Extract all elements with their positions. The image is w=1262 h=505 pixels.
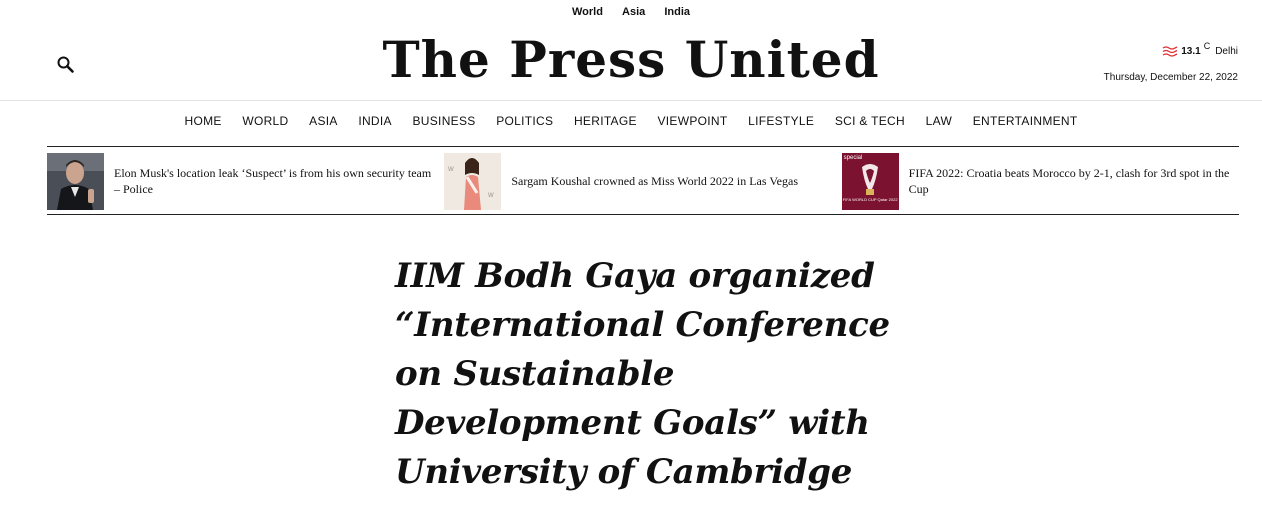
article-headline: IIM Bodh Gaya organized “International C… xyxy=(395,256,890,492)
main-nav: HOME WORLD ASIA INDIA BUSINESS POLITICS … xyxy=(0,114,1262,128)
nav-item-sci-tech[interactable]: SCI & TECH xyxy=(835,114,905,128)
ticker-title[interactable]: Sargam Koushal crowned as Miss World 202… xyxy=(501,173,804,189)
nav-item-asia[interactable]: ASIA xyxy=(309,114,338,128)
ticker-item[interactable]: W W Sargam Koushal crowned as Miss World… xyxy=(444,147,841,214)
weather-unit: C xyxy=(1203,41,1211,51)
site-logo[interactable]: The Press United xyxy=(0,28,1262,92)
ticker-title[interactable]: FIFA 2022: Croatia beats Morocco by 2-1,… xyxy=(899,165,1239,197)
top-link-world[interactable]: World xyxy=(572,6,603,18)
wave-icon xyxy=(1162,46,1178,60)
article-thumbnail[interactable]: W W xyxy=(444,152,502,210)
weather-temperature: 13.1 xyxy=(1181,46,1201,57)
nav-item-business[interactable]: BUSINESS xyxy=(412,114,475,128)
current-date: Thursday, December 22, 2022 xyxy=(1103,72,1238,83)
nav-item-india[interactable]: INDIA xyxy=(358,114,392,128)
article-thumbnail[interactable] xyxy=(47,152,104,210)
header-divider xyxy=(0,100,1262,101)
ticker-title[interactable]: Elon Musk's location leak ‘Suspect’ is f… xyxy=(104,165,444,197)
news-ticker: Elon Musk's location leak ‘Suspect’ is f… xyxy=(47,146,1239,215)
top-links: World Asia India xyxy=(0,6,1262,18)
nav-item-lifestyle[interactable]: LIFESTYLE xyxy=(748,114,814,128)
nav-item-viewpoint[interactable]: VIEWPOINT xyxy=(657,114,727,128)
nav-item-entertainment[interactable]: ENTERTAINMENT xyxy=(973,114,1078,128)
thumb-caption: FIFA WORLD CUP Qatar 2022 xyxy=(842,196,898,202)
nav-item-law[interactable]: LAW xyxy=(926,114,952,128)
svg-text:W: W xyxy=(448,167,454,173)
weather-widget: 13.1 C Delhi xyxy=(1162,41,1238,60)
ticker-item[interactable]: special FIFA WORLD CUP Qatar 2022 FIFA 2… xyxy=(841,147,1239,214)
top-link-asia[interactable]: Asia xyxy=(622,6,645,18)
top-link-india[interactable]: India xyxy=(664,6,690,18)
ticker-item[interactable]: Elon Musk's location leak ‘Suspect’ is f… xyxy=(47,147,444,214)
article-thumbnail[interactable]: special FIFA WORLD CUP Qatar 2022 xyxy=(841,152,899,210)
nav-item-politics[interactable]: POLITICS xyxy=(496,114,553,128)
weather-city: Delhi xyxy=(1215,46,1238,57)
nav-item-home[interactable]: HOME xyxy=(184,114,221,128)
nav-item-world[interactable]: WORLD xyxy=(242,114,288,128)
thumb-label-special: special xyxy=(843,154,863,161)
svg-text:W: W xyxy=(488,193,494,199)
nav-item-heritage[interactable]: HERITAGE xyxy=(574,114,637,128)
